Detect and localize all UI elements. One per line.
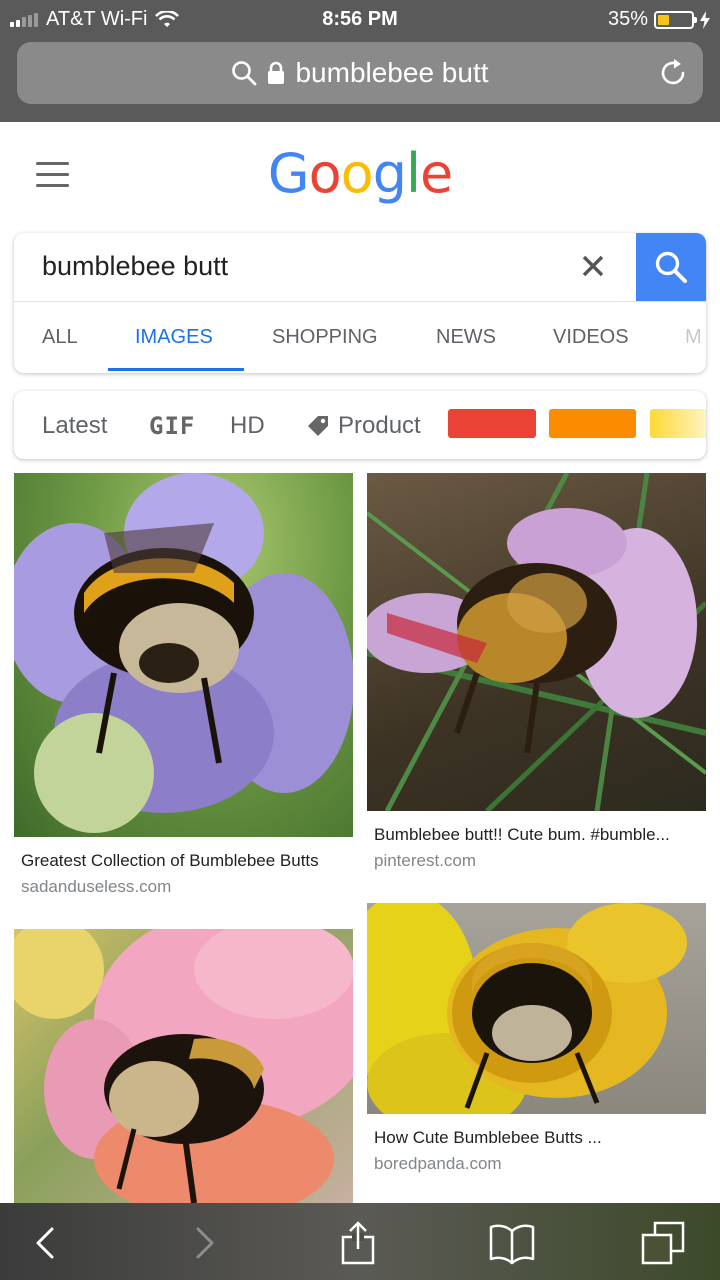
chip-gif[interactable]: GIF <box>149 412 195 440</box>
forward-icon[interactable] <box>180 1221 226 1265</box>
share-icon[interactable] <box>335 1221 381 1265</box>
clear-icon[interactable] <box>580 253 606 279</box>
bookmarks-icon[interactable] <box>489 1221 535 1265</box>
search-tabs: ALL IMAGES SHOPPING NEWS VIDEOS M <box>14 302 706 373</box>
logo-letter: e <box>420 142 453 205</box>
tab-shopping[interactable]: SHOPPING <box>272 326 378 349</box>
browser-toolbar <box>0 1203 720 1280</box>
result-image[interactable] <box>367 903 706 1114</box>
status-bar: AT&T Wi-Fi 8:56 PM 35% <box>0 0 720 40</box>
search-button[interactable] <box>636 233 706 301</box>
chip-hd[interactable]: HD <box>230 412 265 440</box>
result-source: pinterest.com <box>374 851 477 870</box>
chip-product[interactable]: Product <box>306 412 421 440</box>
reload-icon[interactable] <box>657 57 689 89</box>
filter-chips: Latest GIF HD Product <box>14 391 706 459</box>
back-icon[interactable] <box>24 1221 70 1265</box>
tab-more[interactable]: M <box>685 326 702 349</box>
bumblebee-in-crocus-image <box>367 473 706 811</box>
logo-letter: g <box>372 142 407 205</box>
tag-icon <box>308 416 328 436</box>
result-title[interactable]: Greatest Collection of Bumblebee Butts <box>21 851 319 871</box>
tab-images[interactable]: IMAGES <box>135 326 213 349</box>
charging-bolt-icon <box>700 10 710 29</box>
google-logo[interactable]: Google <box>0 142 720 205</box>
color-swatch-red[interactable] <box>448 409 536 438</box>
logo-letter: l <box>405 142 421 205</box>
screen: AT&T Wi-Fi 8:56 PM 35% bumblebee butt Go… <box>0 0 720 1280</box>
color-swatch-orange[interactable] <box>549 409 636 438</box>
bumblebee-on-purple-flower-image <box>14 473 353 833</box>
lock-icon <box>268 61 285 84</box>
search-icon <box>655 251 687 283</box>
result-image[interactable] <box>14 929 353 1203</box>
battery-icon <box>654 10 697 29</box>
result-title[interactable]: How Cute Bumblebee Butts ... <box>374 1128 602 1148</box>
browser-chrome: AT&T Wi-Fi 8:56 PM 35% bumblebee butt <box>0 0 720 122</box>
bumblebee-in-daffodil-image <box>367 903 687 1114</box>
logo-letter: o <box>340 142 374 205</box>
result-source: sadanduseless.com <box>21 877 172 896</box>
tab-all[interactable]: ALL <box>42 326 78 349</box>
search-card: bumblebee butt ALL IMAGES SHOPPING NEWS … <box>14 233 706 373</box>
logo-letter: o <box>308 142 342 205</box>
search-input[interactable]: bumblebee butt <box>42 251 228 282</box>
result-title[interactable]: Bumblebee butt!! Cute bum. #bumble... <box>374 825 670 845</box>
battery-percent: 35% <box>607 8 648 30</box>
chip-product-label: Product <box>338 412 421 439</box>
tab-videos[interactable]: VIDEOS <box>553 326 629 349</box>
bumblebee-on-pink-flower-image <box>14 929 353 1203</box>
result-image[interactable] <box>14 473 353 837</box>
url-text: bumblebee butt <box>295 57 489 88</box>
address-bar[interactable]: bumblebee butt <box>17 42 703 104</box>
logo-letter: G <box>267 142 310 205</box>
result-source: boredpanda.com <box>374 1154 502 1173</box>
tab-news[interactable]: NEWS <box>436 326 496 349</box>
active-tab-indicator <box>108 368 244 371</box>
color-swatch-yellow[interactable] <box>650 409 706 438</box>
chip-latest[interactable]: Latest <box>42 412 107 440</box>
tabs-icon[interactable] <box>641 1221 687 1265</box>
result-image[interactable] <box>367 473 706 811</box>
search-icon <box>232 61 257 86</box>
